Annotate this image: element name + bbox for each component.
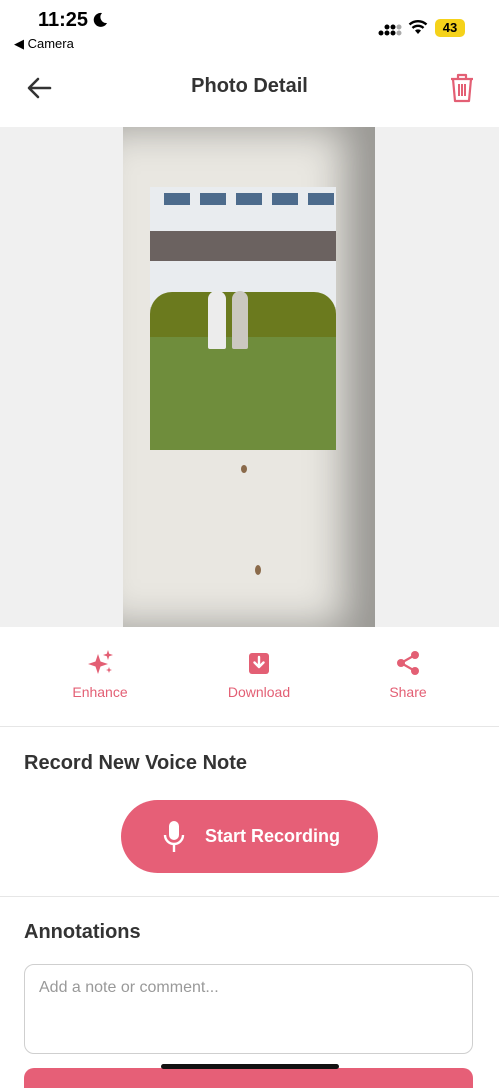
battery-indicator: 43	[435, 19, 465, 37]
download-button[interactable]: Download	[199, 648, 319, 700]
save-annotation-button[interactable]	[24, 1068, 473, 1088]
enhance-label: Enhance	[72, 684, 128, 700]
photo-actions: Enhance Download Share	[0, 628, 499, 727]
start-recording-button[interactable]: Start Recording	[121, 800, 378, 873]
section-divider	[0, 896, 499, 897]
microphone-icon	[163, 821, 185, 852]
home-indicator	[161, 1064, 339, 1069]
app-header: Photo Detail	[0, 56, 499, 126]
share-button[interactable]: Share	[348, 648, 468, 700]
back-to-app-link[interactable]: ◀ Camera	[14, 36, 74, 52]
annotations-heading: Annotations	[24, 921, 141, 943]
photo-image	[123, 127, 375, 627]
share-label: Share	[389, 684, 427, 700]
moon-icon	[93, 12, 107, 27]
share-icon	[397, 651, 419, 675]
voice-note-heading: Record New Voice Note	[24, 752, 248, 774]
wifi-icon	[408, 20, 428, 34]
photo-preview[interactable]	[0, 127, 499, 627]
download-icon	[249, 653, 269, 674]
printed-snapshot	[150, 187, 336, 450]
download-label: Download	[227, 684, 291, 700]
status-bar: 11:25 ◀ Camera 43	[0, 0, 499, 56]
signal-icon	[378, 24, 402, 36]
start-recording-label: Start Recording	[205, 826, 341, 846]
sparkles-icon	[88, 650, 113, 674]
enhance-button[interactable]: Enhance	[40, 648, 160, 700]
trash-icon[interactable]	[448, 72, 476, 104]
status-time: 11:25	[38, 9, 89, 31]
page-title: Photo Detail	[191, 75, 308, 97]
annotation-input[interactable]	[24, 964, 473, 1054]
